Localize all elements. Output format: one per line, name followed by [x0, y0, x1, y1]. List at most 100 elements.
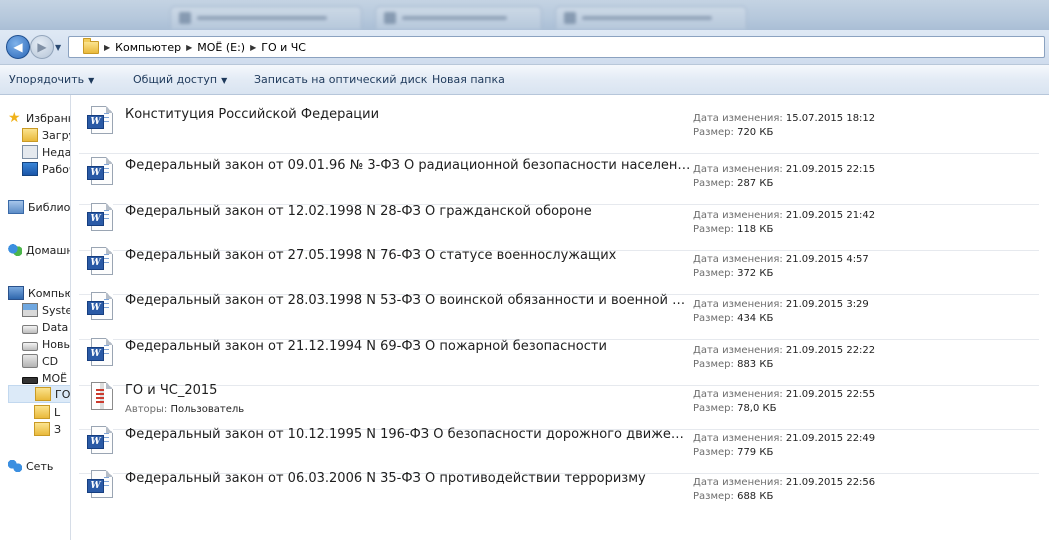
breadcrumb-arrow-icon[interactable]: ▶: [186, 43, 192, 52]
word-badge-icon: W: [87, 256, 104, 270]
icon-line: [104, 433, 109, 434]
nav-data-drive[interactable]: Data: [22, 318, 68, 336]
recent-pages-dropdown[interactable]: ▼: [55, 43, 61, 52]
modified-label: Дата изменения:: [693, 164, 783, 175]
size-line: Размер: 779 КБ: [693, 446, 875, 460]
file-row[interactable]: W Федеральный закон от 06.03.2006 N 35-Ф…: [79, 463, 1039, 517]
nav-network-label: Сеть: [26, 459, 54, 473]
file-name[interactable]: ГО и ЧС_2015: [125, 383, 217, 398]
nav-folder-3[interactable]: З: [34, 420, 61, 438]
archive-band: [96, 397, 104, 399]
nav-folder-go-chs[interactable]: ГО и ЧС: [8, 385, 70, 403]
file-name[interactable]: Федеральный закон от 28.03.1998 N 53-ФЗ …: [125, 293, 691, 308]
file-meta: Дата изменения: 21.09.2015 4:57 Размер: …: [693, 253, 869, 281]
file-name[interactable]: Конституция Российской Федерации: [125, 107, 379, 122]
icon-line: [104, 254, 109, 255]
size-line: Размер: 287 КБ: [693, 177, 875, 191]
file-name[interactable]: Федеральный закон от 21.12.1994 N 69-ФЗ …: [125, 339, 607, 354]
computer-icon: [8, 286, 24, 300]
word-document-icon: W: [87, 106, 113, 134]
file-row[interactable]: W Конституция Российской Федерации Дата …: [79, 99, 1039, 154]
nav-downloads[interactable]: Загрузки: [22, 126, 70, 144]
breadcrumb-arrow-icon[interactable]: ▶: [250, 43, 256, 52]
size-label: Размер:: [693, 403, 734, 414]
word-badge-icon: W: [87, 435, 104, 449]
back-button[interactable]: ◀: [6, 35, 30, 59]
nav-cd-label: CD: [42, 354, 59, 368]
nav-desktop[interactable]: Рабочий стол: [22, 160, 70, 178]
size-label: Размер:: [693, 491, 734, 502]
modified-label: Дата изменения:: [693, 299, 783, 310]
size-value: 883 КБ: [737, 359, 774, 370]
file-meta: Дата изменения: 21.09.2015 22:15 Размер:…: [693, 163, 875, 191]
size-label: Размер:: [693, 178, 734, 189]
nav-libraries[interactable]: Библиотеки: [8, 198, 70, 216]
breadcrumb-drive[interactable]: МОЁ (E:): [197, 41, 245, 54]
nav-recent-places[interactable]: Недавние места: [22, 143, 70, 161]
organize-button[interactable]: Упорядочить ▼: [9, 73, 94, 86]
nav-new-volume-label: Новый том: [42, 337, 70, 351]
nav-cd-drive[interactable]: CD: [22, 352, 58, 370]
word-badge-icon: W: [87, 479, 104, 493]
modified-value: 21.09.2015 22:56: [785, 477, 876, 488]
file-name[interactable]: Федеральный закон от 12.02.1998 N 28-ФЗ …: [125, 204, 592, 219]
breadcrumb-current-folder[interactable]: ГО и ЧС: [261, 41, 306, 54]
window-title-bar: [0, 0, 1049, 30]
share-label: Общий доступ: [133, 73, 218, 86]
archive-file-icon: [91, 382, 113, 410]
share-button[interactable]: Общий доступ ▼: [133, 73, 227, 86]
size-label: Размер:: [693, 447, 734, 458]
tab-icon: [384, 12, 396, 24]
modified-line: Дата изменения: 21.09.2015 21:42: [693, 209, 875, 223]
nav-system-drive[interactable]: System: [22, 301, 70, 319]
nav-my-drive-label: МОЁ (E:): [42, 371, 70, 385]
nav-system-label: System: [42, 303, 70, 317]
size-value: 779 КБ: [737, 447, 774, 458]
nav-favorites[interactable]: ★ Избранное: [8, 109, 70, 127]
modified-line: Дата изменения: 21.09.2015 4:57: [693, 253, 869, 267]
word-badge-icon: W: [87, 212, 104, 226]
icon-line: [104, 437, 109, 438]
chevron-down-icon: ▼: [88, 76, 95, 85]
nav-folder3-label: З: [54, 422, 62, 436]
modified-label: Дата изменения:: [693, 433, 783, 444]
blurred-tab[interactable]: [375, 6, 542, 29]
forward-button[interactable]: ▶: [30, 35, 54, 59]
tab-title-blur: [402, 16, 507, 20]
word-document-icon: W: [87, 338, 113, 366]
file-name[interactable]: Федеральный закон от 06.03.2006 N 35-ФЗ …: [125, 471, 646, 486]
modified-value: 21.09.2015 21:42: [785, 210, 876, 221]
blurred-tab[interactable]: [170, 6, 362, 29]
modified-label: Дата изменения:: [693, 254, 783, 265]
modified-label: Дата изменения:: [693, 210, 783, 221]
modified-line: Дата изменения: 21.09.2015 22:56: [693, 476, 875, 490]
modified-value: 21.09.2015 22:22: [785, 345, 876, 356]
file-name[interactable]: Федеральный закон от 10.12.1995 N 196-ФЗ…: [125, 427, 691, 442]
nav-computer[interactable]: Компьютер: [8, 284, 70, 302]
address-box[interactable]: ▶ Компьютер ▶ МОЁ (E:) ▶ ГО и ЧС: [68, 36, 1045, 58]
size-line: Размер: 883 КБ: [693, 358, 875, 372]
size-value: 372 КБ: [737, 268, 774, 279]
file-name[interactable]: Федеральный закон от 09.01.96 № 3-ФЗ О р…: [125, 158, 691, 173]
modified-value: 15.07.2015 18:12: [785, 113, 876, 124]
new-folder-button[interactable]: Новая папка: [432, 73, 505, 86]
nav-favorites-label: Избранное: [26, 111, 70, 125]
nav-homegroup[interactable]: Домашняя группа: [8, 241, 70, 259]
file-name[interactable]: Федеральный закон от 27.05.1998 N 76-ФЗ …: [125, 248, 616, 263]
icon-line: [104, 218, 109, 219]
folder-icon: [35, 387, 51, 401]
size-line: Размер: 434 КБ: [693, 312, 869, 326]
network-icon: [8, 460, 22, 472]
breadcrumb-arrow-icon[interactable]: ▶: [104, 43, 110, 52]
nav-network[interactable]: Сеть: [8, 457, 53, 475]
blurred-tab[interactable]: [555, 6, 747, 29]
breadcrumb-computer[interactable]: Компьютер: [115, 41, 181, 54]
modified-label: Дата изменения:: [693, 113, 783, 124]
size-line: Размер: 372 КБ: [693, 267, 869, 281]
nav-folder-2[interactable]: L: [34, 403, 60, 421]
modified-line: Дата изменения: 15.07.2015 18:12: [693, 112, 875, 126]
nav-new-volume[interactable]: Новый том: [22, 335, 70, 353]
modified-line: Дата изменения: 21.09.2015 3:29: [693, 298, 869, 312]
burn-button[interactable]: Записать на оптический диск: [254, 73, 427, 86]
file-meta: Дата изменения: 21.09.2015 22:49 Размер:…: [693, 432, 875, 460]
